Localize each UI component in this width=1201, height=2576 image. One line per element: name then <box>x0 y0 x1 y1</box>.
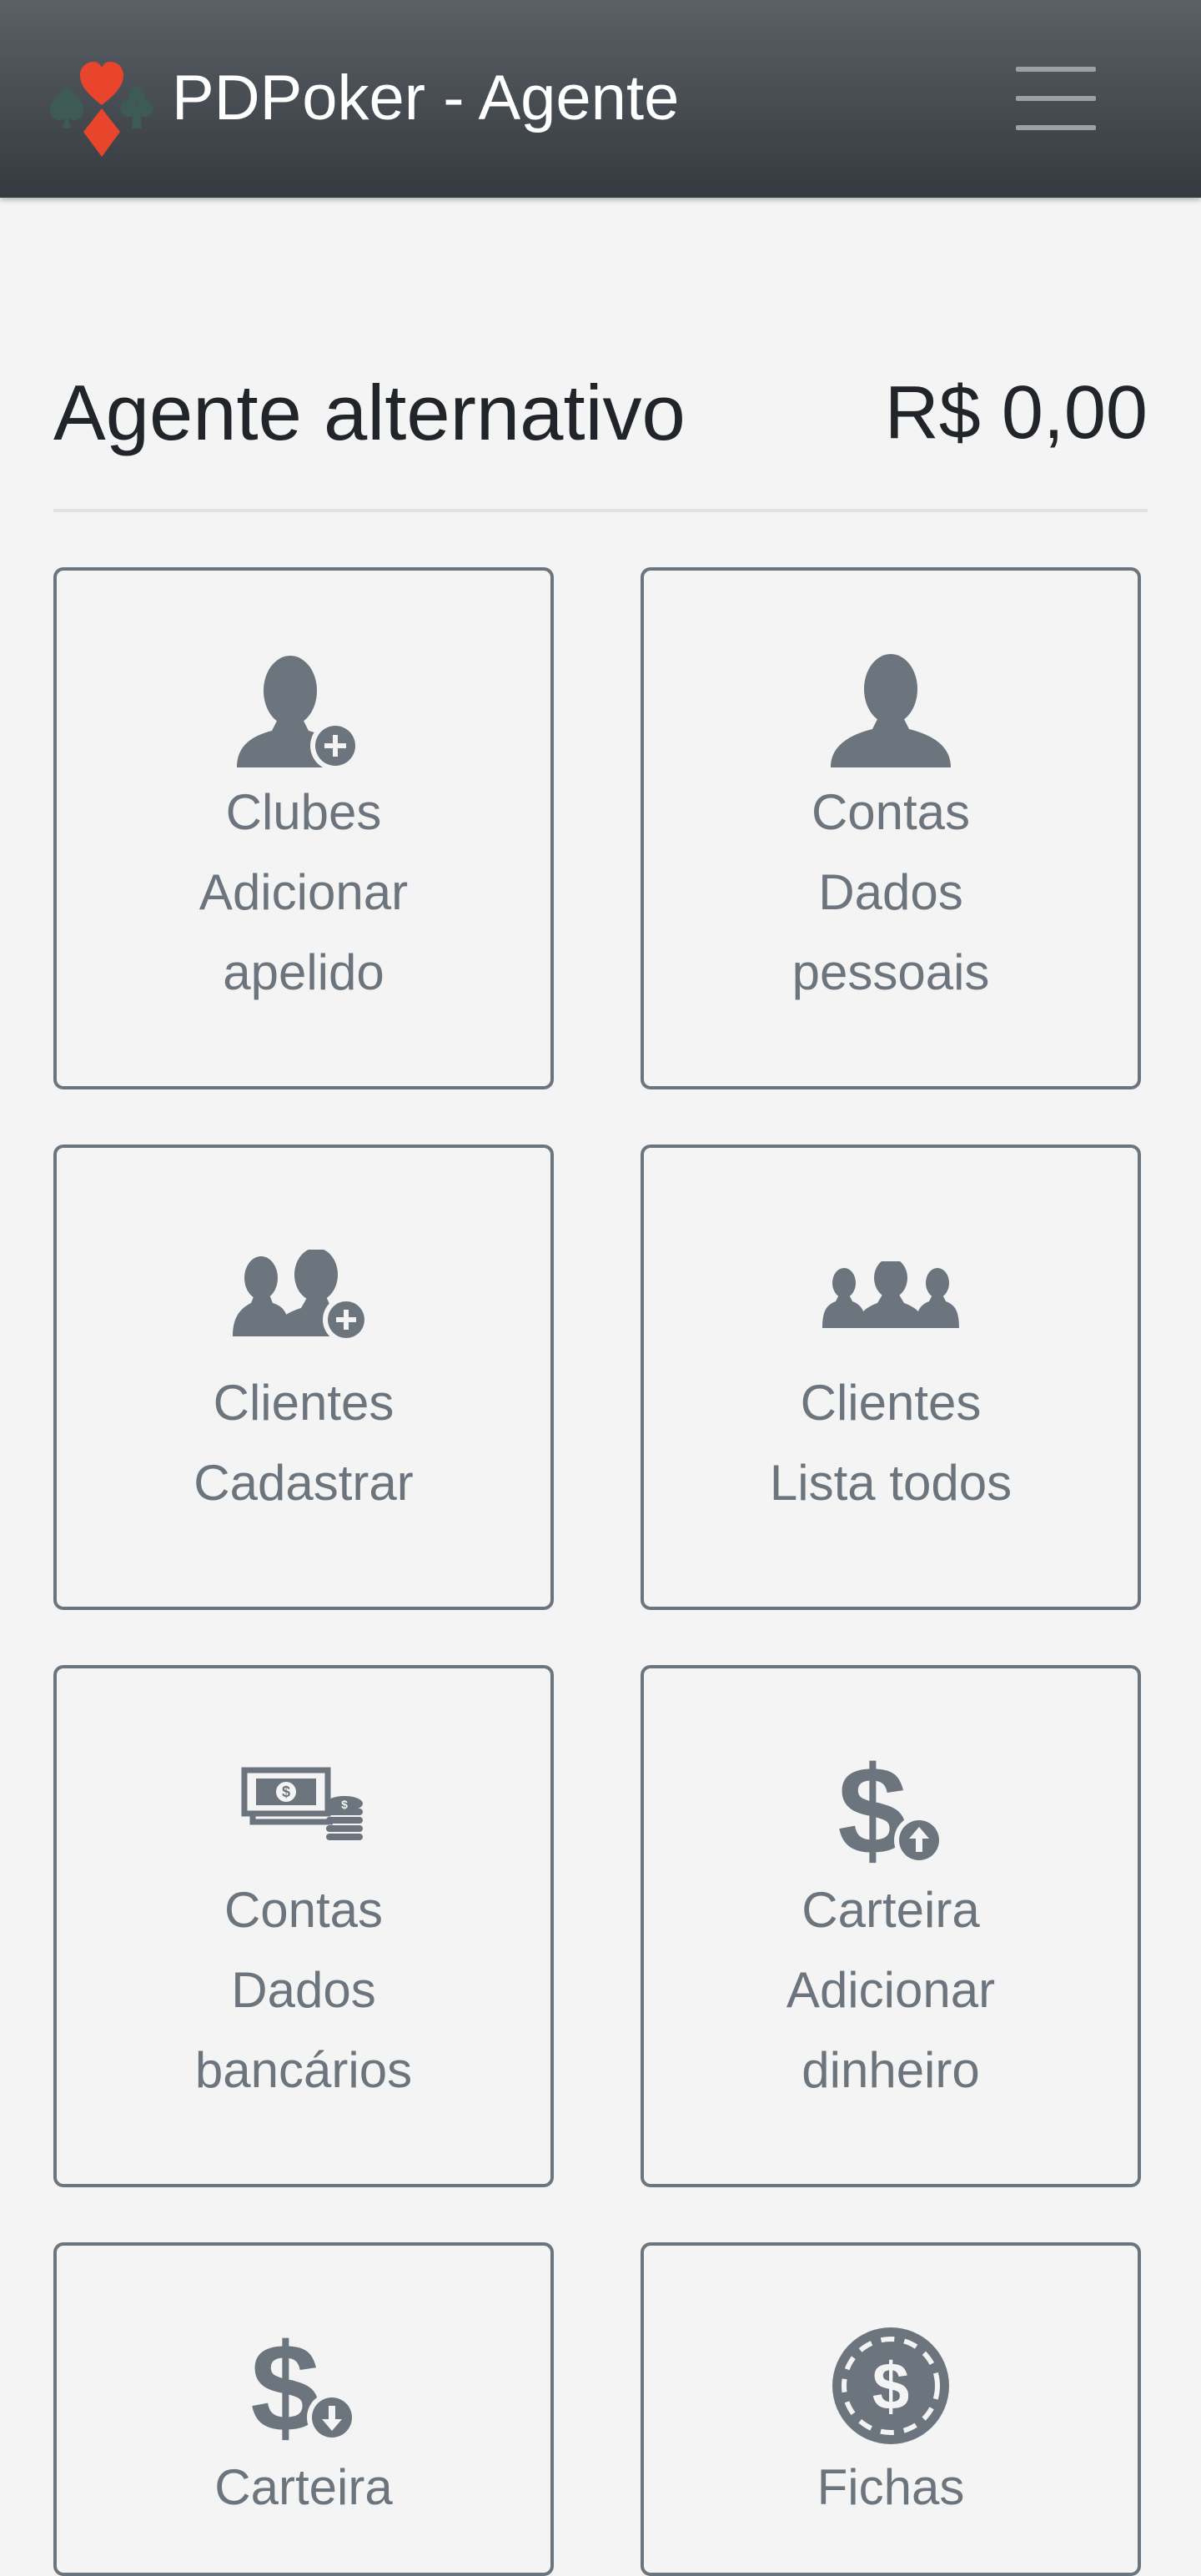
card-label-line: Clientes <box>213 1375 394 1431</box>
svg-text:$: $ <box>282 1784 290 1800</box>
divider <box>53 509 1148 512</box>
card-label-line: Adicionar <box>786 1962 996 2018</box>
card-carteira-retirar[interactable]: $ Carteira <box>53 2242 554 2576</box>
card-label-line: Contas <box>224 1882 384 1938</box>
page-title: Agente alternativo <box>53 369 686 456</box>
card-label-line: Clientes <box>800 1375 982 1431</box>
card-label-line: apelido <box>223 944 384 1000</box>
card-clientes-lista-todos[interactable]: Clientes Lista todos <box>641 1145 1141 1610</box>
poker-chip-dollar-icon: $ <box>831 2326 951 2446</box>
card-contas-dados-pessoais[interactable]: Contas Dados pessoais <box>641 567 1141 1089</box>
svg-text:$: $ <box>341 1798 348 1811</box>
top-navbar: PDPoker - Agente <box>0 0 1201 198</box>
hamburger-menu-icon <box>1016 67 1096 72</box>
users-plus-icon <box>233 1250 374 1346</box>
dollar-download-icon: $ <box>245 2326 362 2443</box>
card-label-line: Adicionar <box>198 864 409 920</box>
card-label-line: Dados <box>818 864 963 920</box>
card-contas-dados-bancarios[interactable]: $ $ Contas Dados bancários <box>53 1665 554 2187</box>
money-bill-coins-icon: $ $ <box>241 1767 366 1842</box>
card-carteira-adicionar-dinheiro[interactable]: $ Carteira Adicionar dinheiro <box>641 1665 1141 2187</box>
card-clubes-adicionar-apelido[interactable]: Clubes Adicionar apelido <box>53 567 554 1089</box>
user-icon <box>831 651 951 771</box>
balance-value: R$ 0,00 <box>884 371 1148 455</box>
app-title[interactable]: PDPoker - Agente <box>172 60 679 137</box>
card-label-line: Fichas <box>817 2459 965 2515</box>
card-label-line: pessoais <box>791 944 990 1000</box>
users-icon <box>822 1261 959 1331</box>
card-label-line: Lista todos <box>769 1455 1013 1511</box>
poker-suits-logo-icon[interactable] <box>50 53 153 158</box>
card-label-line: bancários <box>194 2042 413 2098</box>
dollar-upload-icon: $ <box>832 1748 949 1865</box>
card-label-line: Dados <box>231 1962 376 2018</box>
hamburger-menu-button[interactable] <box>1009 65 1103 132</box>
card-label-line: Cadastrar <box>193 1455 414 1511</box>
agent-header: Agente alternativo R$ 0,00 <box>53 367 1148 459</box>
svg-text:$: $ <box>872 2349 910 2423</box>
card-label-line: Carteira <box>802 1882 980 1938</box>
card-label-line: dinheiro <box>802 2042 980 2098</box>
card-label-line: Clubes <box>225 784 382 840</box>
card-clientes-cadastrar[interactable]: Clientes Cadastrar <box>53 1145 554 1610</box>
card-fichas[interactable]: $ Fichas <box>641 2242 1141 2576</box>
card-label-line: Carteira <box>214 2459 393 2515</box>
card-label-line: Contas <box>811 784 971 840</box>
user-plus-icon <box>237 651 370 776</box>
